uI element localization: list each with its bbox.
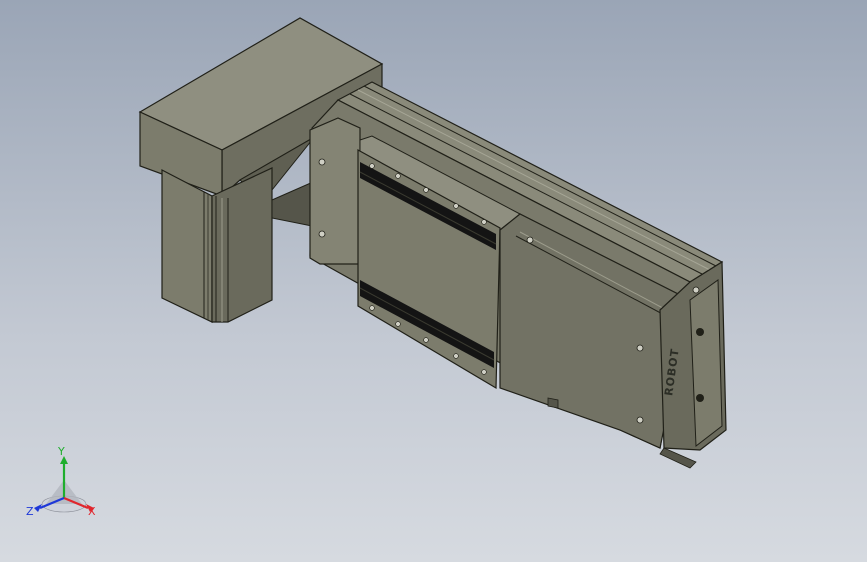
actuator-model[interactable] bbox=[0, 0, 867, 562]
z-axis-label: Z bbox=[26, 505, 34, 518]
actuator-body[interactable] bbox=[309, 81, 727, 469]
3d-viewport[interactable]: ROBOT Y Z X bbox=[0, 0, 867, 562]
axis-triad[interactable]: Y Z X bbox=[24, 446, 108, 526]
y-axis-label: Y bbox=[58, 445, 65, 458]
x-axis-label: X bbox=[88, 505, 96, 518]
